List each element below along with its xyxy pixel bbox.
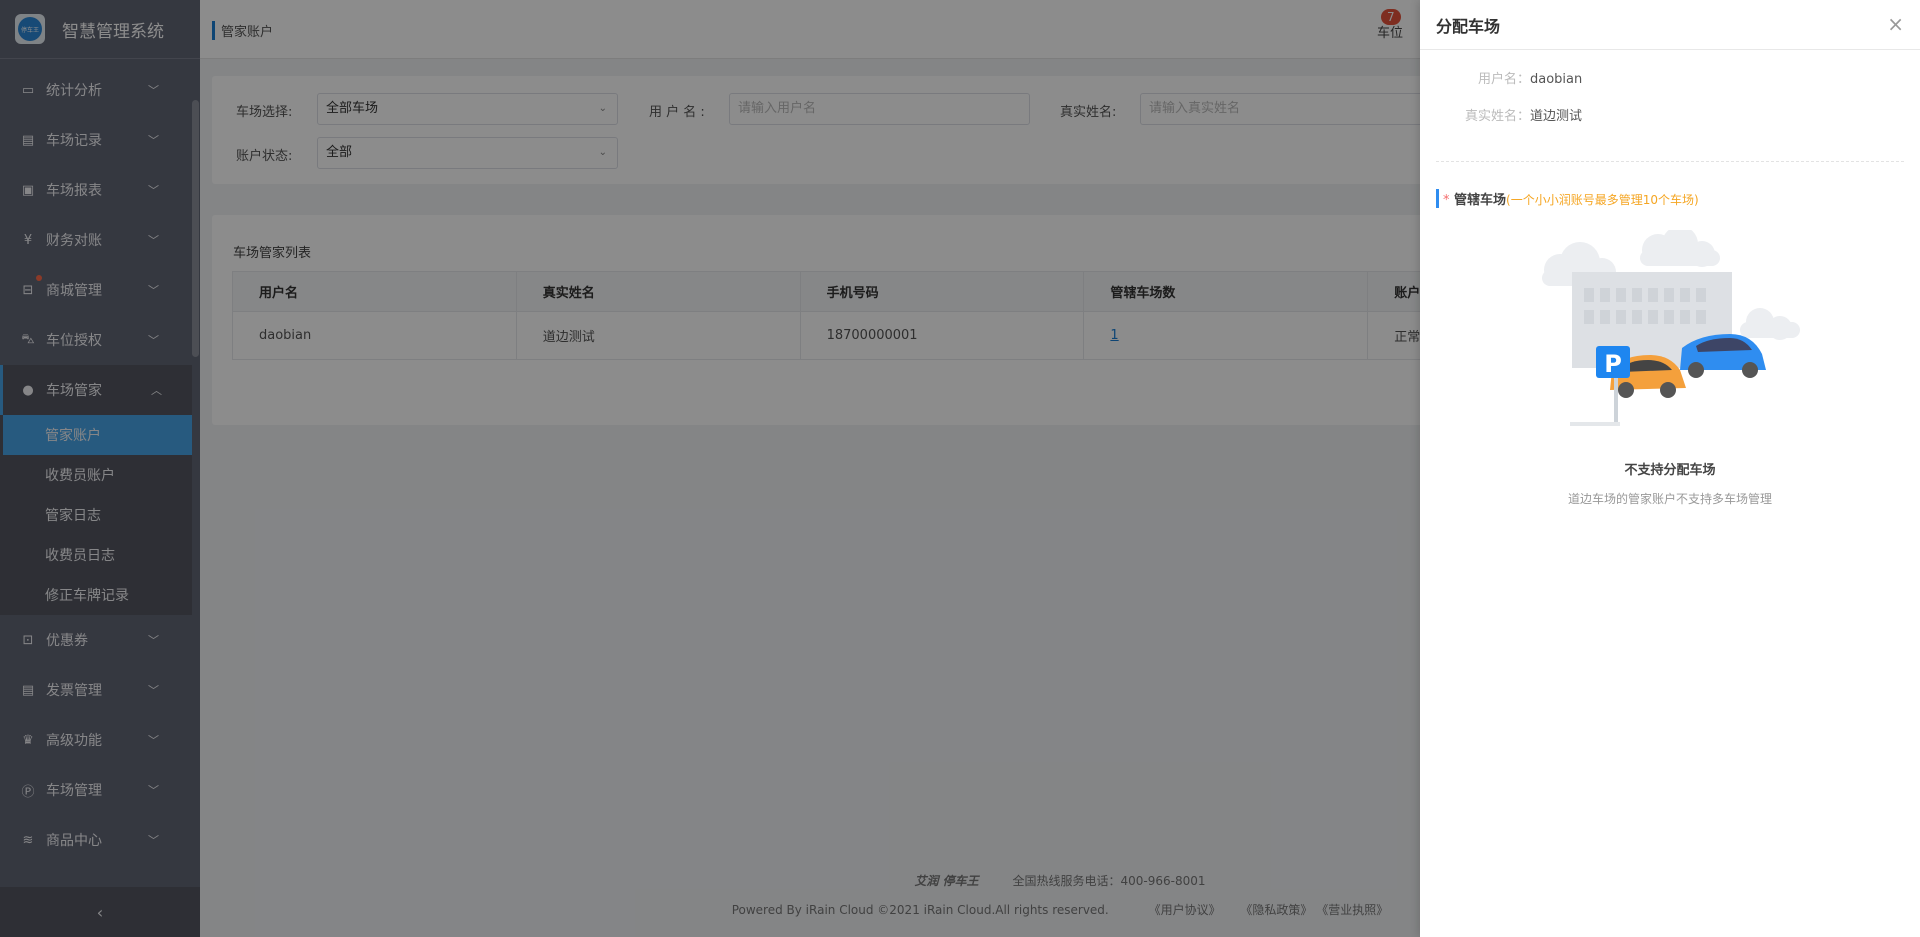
cloud-icon (1740, 308, 1800, 340)
realname-value: 道边测试 (1530, 109, 1583, 124)
sign-pole (1614, 378, 1618, 424)
username-value: daobian (1530, 72, 1583, 87)
username-row: 用户名：daobian (1477, 72, 1583, 87)
drawer-title: 分配车场 (1436, 17, 1501, 36)
empty-title: 不支持分配车场 (1624, 463, 1716, 478)
realname-row: 真实姓名：道边测试 (1464, 109, 1583, 124)
modal-mask[interactable] (0, 0, 1420, 937)
parking-empty-illustration: P (1542, 230, 1800, 426)
parking-sign-letter: P (1604, 350, 1622, 378)
assign-park-drawer: 分配车场 × 用户名：daobian 真实姓名：道边测试 * 管辖车场(一个小小… (1420, 0, 1920, 937)
managed-parks-hint: (一个小小润账号最多管理10个车场) (1506, 193, 1699, 207)
close-icon[interactable]: × (1887, 12, 1904, 36)
empty-description: 道边车场的管家账户不支持多车场管理 (1567, 492, 1772, 506)
drawer-header: 分配车场 × (1420, 0, 1920, 50)
divider (1436, 161, 1904, 162)
cloud-icon (1640, 230, 1720, 267)
managed-parks-section-title: * 管辖车场(一个小小润账号最多管理10个车场) (1436, 189, 1699, 208)
